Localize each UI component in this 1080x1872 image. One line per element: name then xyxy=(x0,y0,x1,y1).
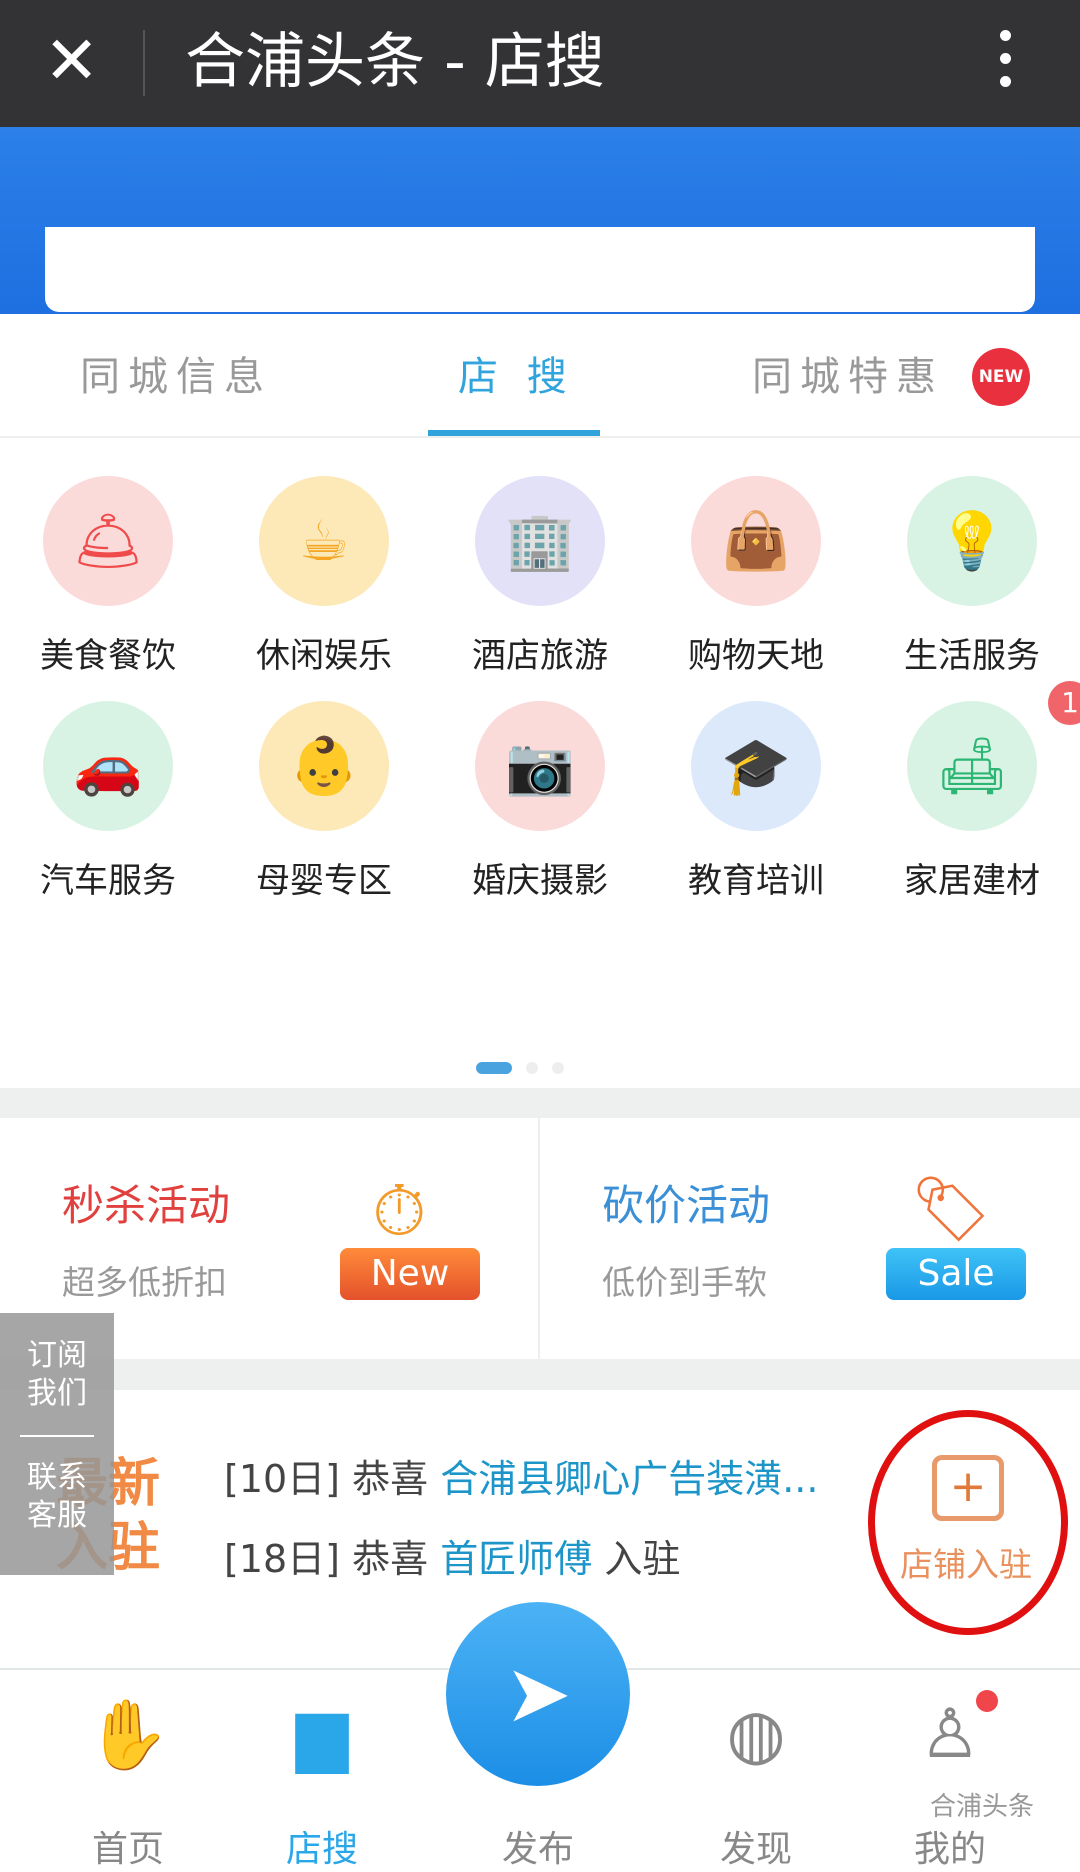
page-indicator xyxy=(476,1059,578,1078)
divider xyxy=(0,1359,1080,1390)
category-item[interactable]: ☕ 休闲娱乐 xyxy=(216,476,432,677)
hotel-icon: 🏢 xyxy=(475,476,605,606)
promo-title: 秒杀活动 xyxy=(62,1181,231,1230)
nav-discover[interactable]: 发现 xyxy=(686,1820,826,1872)
nav-shop-search[interactable]: 店搜 xyxy=(252,1820,392,1872)
subscribe-link[interactable]: 订阅我们 xyxy=(0,1313,114,1413)
category-label: 生活服务 xyxy=(904,636,1040,676)
camera-icon: 📷 xyxy=(475,701,605,831)
category-label: 教育培训 xyxy=(688,861,824,901)
graduation-cap-icon: 🎓 xyxy=(691,701,821,831)
new-badge: NEW xyxy=(972,348,1030,406)
category-label: 汽车服务 xyxy=(40,861,176,901)
more-vertical-icon[interactable] xyxy=(990,24,1020,104)
lightbulb-hands-icon: 💡 xyxy=(907,476,1037,606)
header-banner: 已入驻：3家 曝光量： 5.9万次 帮助中心 xyxy=(0,127,1080,405)
category-item[interactable]: 🏢 酒店旅游 xyxy=(432,476,648,677)
promo-title: 砍价活动 xyxy=(602,1181,771,1230)
divider xyxy=(0,1088,1080,1118)
shop-icon[interactable]: ▆ xyxy=(252,1695,392,1774)
globe-icon[interactable]: ◍ xyxy=(686,1695,826,1774)
shopping-bag-icon: 👜 xyxy=(691,476,821,606)
category-label: 购物天地 xyxy=(688,636,824,676)
category-label: 美食餐饮 xyxy=(40,636,176,676)
category-item[interactable]: 🛎 美食餐饮 xyxy=(0,476,216,677)
nav-mine[interactable]: 我的 xyxy=(880,1820,1020,1872)
nav-publish[interactable]: 发布 xyxy=(468,1820,608,1872)
watermark: 合浦头条 xyxy=(930,1792,1035,1822)
notification-dot xyxy=(976,1690,998,1712)
category-item[interactable]: 💡 生活服务 xyxy=(864,476,1080,677)
paper-plane-icon[interactable]: ➤ xyxy=(446,1602,630,1786)
category-item[interactable]: 🚗 汽车服务 xyxy=(0,701,216,902)
category-label: 休闲娱乐 xyxy=(256,636,392,676)
highlight-circle xyxy=(868,1410,1068,1635)
user-icon[interactable]: ♙ xyxy=(880,1695,1020,1774)
close-icon[interactable]: ✕ xyxy=(44,26,99,96)
price-tag-icon: 🏷 xyxy=(910,1173,992,1247)
car-icon: 🚗 xyxy=(43,701,173,831)
category-item[interactable]: 🎓 教育培训 xyxy=(648,701,864,902)
news-item[interactable]: [10日] 恭喜 合浦县卿心广告装潢... xyxy=(224,1448,818,1503)
promo-subtitle: 超多低折扣 xyxy=(62,1263,227,1302)
tab-local-deals[interactable]: 同城特惠 xyxy=(752,344,944,402)
category-item[interactable]: 🛋 家居建材 1 xyxy=(864,681,1080,902)
new-badge: New xyxy=(340,1248,480,1300)
top-bar: ✕ 合浦头条 - 店搜 xyxy=(0,0,1080,127)
page-title: 合浦头条 - 店搜 xyxy=(185,27,605,97)
baby-icon: 👶 xyxy=(259,701,389,831)
nav-home[interactable]: 首页 xyxy=(58,1820,198,1872)
sofa-icon: 🛋 xyxy=(907,701,1037,831)
coffee-cup-icon: ☕ xyxy=(259,476,389,606)
tab-bar: 同城信息 店 搜 同城特惠 xyxy=(0,314,1080,438)
tab-shop-search[interactable]: 店 搜 xyxy=(458,344,575,402)
category-item[interactable]: 📷 婚庆摄影 xyxy=(432,701,648,902)
food-cloche-icon: 🛎 xyxy=(43,476,173,606)
category-label: 母婴专区 xyxy=(256,861,392,901)
news-item[interactable]: [18日] 恭喜 首匠师傅 入驻 xyxy=(224,1528,680,1583)
category-item[interactable]: 👜 购物天地 xyxy=(648,476,864,677)
sale-badge: Sale xyxy=(886,1248,1026,1300)
category-label: 家居建材 xyxy=(904,861,1040,901)
category-label: 酒店旅游 xyxy=(472,636,608,676)
search-box[interactable] xyxy=(45,227,1035,312)
stopwatch-icon: ⏱ xyxy=(372,1170,427,1252)
category-label: 婚庆摄影 xyxy=(472,861,608,901)
divider xyxy=(20,1435,94,1437)
promo-subtitle: 低价到手软 xyxy=(602,1263,767,1302)
tab-local-info[interactable]: 同城信息 xyxy=(80,344,272,402)
count-badge: 1 xyxy=(1048,681,1080,725)
hand-icon[interactable]: ✋ xyxy=(58,1695,198,1775)
contact-support-link[interactable]: 联系客服 xyxy=(0,1459,114,1535)
active-tab-indicator xyxy=(428,430,600,436)
divider xyxy=(143,30,145,96)
floating-side-panel[interactable]: 订阅我们 联系客服 xyxy=(0,1313,114,1575)
promo-bargain[interactable]: 砍价活动 低价到手软 🏷 Sale xyxy=(540,1118,1080,1359)
category-item[interactable]: 👶 母婴专区 xyxy=(216,701,432,902)
